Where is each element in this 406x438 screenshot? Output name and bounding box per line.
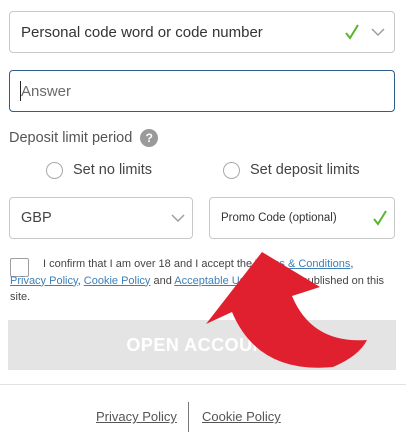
radio-label: Set deposit limits	[250, 162, 360, 178]
footer-divider	[0, 384, 406, 385]
cookie-policy-link[interactable]: Cookie Policy	[84, 275, 151, 287]
footer-privacy-link[interactable]: Privacy Policy	[96, 409, 177, 424]
question-mark-icon[interactable]: ?	[140, 129, 159, 147]
footer-separator	[188, 402, 189, 432]
radio-label: Set no limits	[73, 162, 152, 178]
terms-conditions-link[interactable]: Terms & Conditions	[255, 258, 350, 270]
terms-text-part: and	[150, 274, 175, 287]
promo-code-label: Promo Code (optional)	[221, 212, 337, 224]
chevron-down-icon	[171, 214, 185, 222]
footer-cookie-link[interactable]: Cookie Policy	[202, 409, 281, 424]
promo-code-field[interactable]: Promo Code (optional)	[209, 197, 395, 239]
open-account-button[interactable]: OPEN ACCOUNT	[8, 320, 396, 370]
answer-input[interactable]	[21, 82, 394, 100]
text-caret	[20, 81, 21, 101]
answer-field[interactable]	[9, 70, 395, 112]
acceptable-use-policy-link[interactable]: Acceptable Use Policy	[174, 275, 283, 287]
chevron-down-icon	[371, 28, 385, 36]
currency-value: GBP	[21, 210, 52, 226]
terms-text: I confirm that I am over 18 and I accept…	[10, 256, 392, 306]
privacy-policy-link[interactable]: Privacy Policy	[10, 275, 78, 287]
check-icon	[373, 210, 387, 226]
security-question-label: Personal code word or code number	[21, 23, 263, 41]
check-icon	[345, 24, 359, 40]
deposit-limit-title: Deposit limit period	[9, 130, 133, 146]
radio-circle[interactable]	[223, 161, 240, 179]
security-question-select[interactable]: Personal code word or code number	[9, 11, 395, 53]
deposit-limit-heading: Deposit limit period ?	[9, 128, 159, 148]
radio-set-no-limits[interactable]: Set no limits	[46, 159, 152, 181]
terms-text-part: I confirm that I am over 18 and I accept…	[43, 258, 255, 270]
radio-set-deposit-limits[interactable]: Set deposit limits	[223, 159, 360, 181]
terms-separator: ,	[350, 258, 354, 270]
radio-circle[interactable]	[46, 161, 63, 179]
currency-select[interactable]: GBP	[9, 197, 193, 239]
